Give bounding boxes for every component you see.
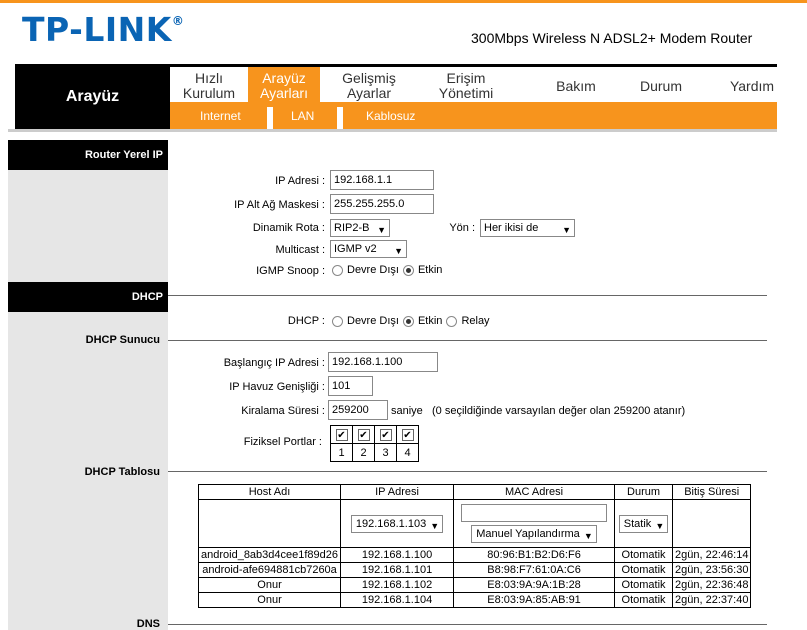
column-expiry: Bitiş Süresi: [672, 484, 752, 500]
table-input-row: 192.168.1.103 ▼ Manuel Yapılandırma ▼ Stat…: [197, 499, 752, 548]
current-section-title: Arayüz: [15, 64, 170, 129]
section-divider: [168, 340, 767, 341]
port-number: 4: [396, 443, 419, 462]
ip-address-input[interactable]: [330, 170, 434, 190]
direction-label: Yön :: [449, 222, 475, 234]
menu-help[interactable]: Yardım: [718, 67, 786, 105]
physical-ports-label: Fiziksel Portlar :: [243, 436, 322, 448]
dhcp-disabled-radio[interactable]: [332, 315, 343, 327]
section-dhcp-table: DHCP Tablosu: [84, 466, 160, 478]
main-menu: Hızlı Kurulum Arayüz Ayarları Gelişmiş A…: [170, 64, 777, 105]
sidebar: [8, 140, 168, 630]
start-ip-label: Başlangıç IP Adresi :: [223, 357, 325, 369]
igmp-snoop-label: IGMP Snoop :: [256, 265, 325, 277]
table-row: android-afe694881cb7260a 192.168.1.101 B…: [197, 562, 752, 578]
lease-time-unit: saniye: [391, 405, 423, 417]
section-dhcp-server: DHCP Sunucu: [85, 334, 160, 346]
sub-menu: Internet LAN Kablosuz: [170, 102, 777, 129]
lease-time-input[interactable]: [328, 400, 388, 420]
submenu-separator: [267, 107, 273, 129]
status-select[interactable]: Statik ▼: [618, 514, 669, 533]
chevron-down-icon: ▼: [430, 520, 440, 531]
port-2-checkbox[interactable]: ✔: [357, 428, 370, 441]
chevron-down-icon: ▼: [655, 520, 665, 531]
submenu-separator: [337, 107, 343, 129]
pool-size-input[interactable]: [328, 376, 373, 396]
section-divider: [168, 624, 767, 625]
subnet-mask-label: IP Alt Ağ Maskesi :: [234, 199, 325, 211]
section-router-local-ip: Router Yerel IP: [8, 140, 168, 170]
port-3-checkbox[interactable]: ✔: [379, 428, 392, 441]
model-title: 300Mbps Wireless N ADSL2+ Modem Router: [471, 30, 753, 46]
submenu-wireless[interactable]: Kablosuz: [366, 109, 415, 123]
column-ip-address: IP Adresi: [340, 484, 455, 500]
menu-maintenance[interactable]: Bakım: [540, 67, 612, 105]
column-mac-address: MAC Adresi: [453, 484, 616, 500]
table-row: Onur 192.168.1.102 E8:03:9A:9A:1B:28 Oto…: [197, 577, 752, 593]
port-4-checkbox[interactable]: ✔: [401, 428, 414, 441]
dynamic-route-select[interactable]: RIP2-B ▼: [330, 219, 390, 237]
menu-advanced-settings[interactable]: Gelişmiş Ayarlar: [325, 67, 413, 105]
mac-config-select[interactable]: Manuel Yapılandırma ▼: [471, 525, 597, 543]
lease-time-label: Kiralama Süresi :: [241, 405, 325, 417]
table-row: Onur 192.168.1.104 E8:03:9A:85:AB:91 Oto…: [197, 592, 752, 608]
section-divider: [168, 295, 767, 296]
chevron-down-icon: ▼: [562, 225, 571, 235]
igmp-snoop-enabled-radio[interactable]: [402, 264, 414, 276]
top-accent-line: [0, 0, 807, 3]
section-divider: [168, 471, 767, 472]
port-number: 3: [374, 443, 397, 462]
ip-address-select[interactable]: 192.168.1.103 ▼: [350, 514, 444, 533]
section-dns: DNS: [136, 618, 160, 630]
multicast-select[interactable]: IGMP v2 ▼: [330, 240, 407, 258]
submenu-lan[interactable]: LAN: [291, 109, 314, 123]
subnet-mask-input[interactable]: [330, 194, 434, 214]
dhcp-clients-table: Host Adı IP Adresi MAC Adresi Durum Biti…: [197, 484, 752, 608]
dhcp-label: DHCP :: [287, 315, 325, 327]
physical-ports-table: ✔ ✔ ✔ ✔ 1 2 3 4: [330, 425, 419, 462]
section-dhcp: DHCP: [8, 282, 168, 312]
mac-address-input[interactable]: [461, 504, 608, 522]
column-host-name: Host Adı: [197, 484, 342, 500]
dhcp-mode-radios: Devre Dışı Etkin Relay: [328, 315, 490, 327]
submenu-internet[interactable]: Internet: [200, 109, 241, 123]
dynamic-route-label: Dinamik Rota :: [252, 222, 325, 234]
chevron-down-icon: ▼: [394, 246, 403, 256]
multicast-label: Multicast :: [275, 244, 325, 256]
ip-address-label: IP Adresi :: [275, 175, 325, 187]
chevron-down-icon: ▼: [583, 531, 593, 541]
lease-time-note: (0 seçildiğinde varsayılan değer olan 25…: [432, 405, 686, 417]
dhcp-enabled-radio[interactable]: [402, 315, 414, 327]
port-number: 2: [352, 443, 375, 462]
table-row: android_8ab3d4cee1f89d26 192.168.1.100 8…: [197, 547, 752, 563]
column-status: Durum: [614, 484, 674, 500]
start-ip-input[interactable]: [328, 352, 438, 372]
menu-access-management[interactable]: Erişim Yönetimi: [423, 67, 509, 105]
igmp-snoop-radios: Devre Dışı Etkin: [328, 264, 442, 276]
header-divider: [8, 129, 777, 132]
igmp-snoop-disabled-radio[interactable]: [332, 264, 343, 276]
port-number: 1: [330, 443, 353, 462]
direction-select[interactable]: Her ikisi de ▼: [480, 219, 575, 237]
chevron-down-icon: ▼: [377, 225, 386, 235]
port-1-checkbox[interactable]: ✔: [335, 428, 348, 441]
pool-size-label: IP Havuz Genişliği :: [229, 381, 325, 393]
dhcp-relay-radio[interactable]: [446, 315, 458, 327]
menu-status[interactable]: Durum: [625, 67, 697, 105]
menu-quick-setup[interactable]: Hızlı Kurulum: [170, 67, 248, 105]
tp-link-logo: TP-LINK®: [22, 10, 185, 49]
menu-interface-settings[interactable]: Arayüz Ayarları: [248, 67, 320, 105]
